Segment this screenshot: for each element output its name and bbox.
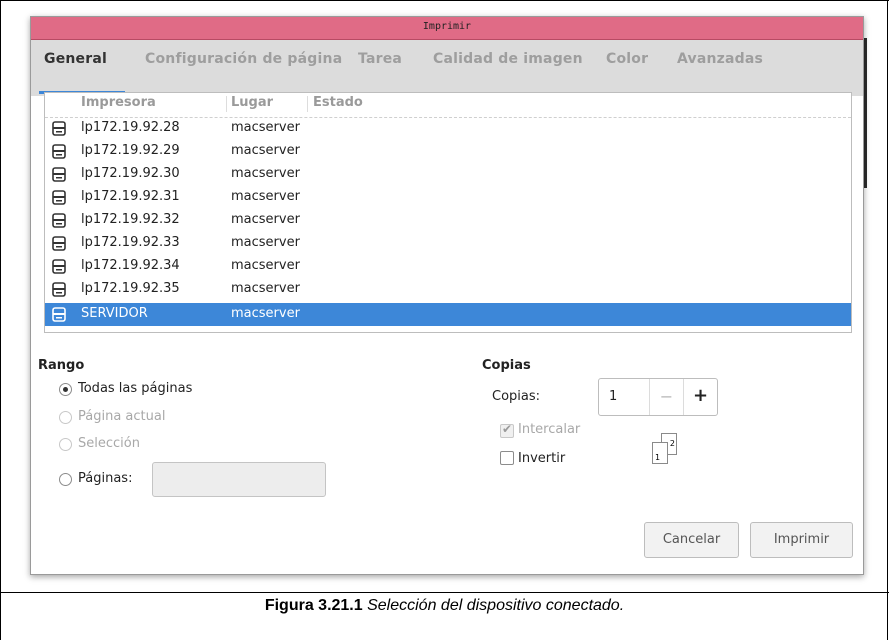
checkmark-icon: ✔ [502,422,513,436]
radio-label: Página actual [78,409,166,424]
printer-row[interactable]: lp172.19.92.31 macserver [45,186,851,209]
printer-icon [52,144,66,159]
printer-row[interactable]: lp172.19.92.28 macserver [45,117,851,140]
radio-label: Todas las páginas [78,381,193,396]
printer-location: macserver [231,281,300,296]
printer-name: lp172.19.92.29 [81,143,180,158]
reverse-label: Invertir [518,451,566,466]
printer-name: lp172.19.92.35 [81,281,180,296]
figure-frame-divider [0,592,889,593]
copies-section-title: Copias [482,358,531,373]
copies-label: Copias: [492,389,541,404]
window-title: Imprimir [422,21,472,32]
range-section-title: Rango [38,358,85,373]
printer-row[interactable]: lp172.19.92.32 macserver [45,209,851,232]
tab-color[interactable]: Color [606,51,648,67]
printer-icon [52,121,66,136]
figure-frame-left [0,0,1,640]
copies-spinner[interactable]: 1 − + [598,378,718,416]
figure-frame-top [0,0,889,1]
title-bar[interactable]: Imprimir [31,17,863,40]
tab-page-setup[interactable]: Configuración de página [145,51,342,67]
tab-image-quality[interactable]: Calidad de imagen [433,51,583,67]
printer-row[interactable]: lp172.19.92.34 macserver [45,255,851,278]
column-header-status[interactable]: Estado [313,95,363,110]
print-button[interactable]: Imprimir [750,522,853,558]
printer-name: lp172.19.92.32 [81,212,180,227]
printer-icon [52,236,66,251]
collate-checkbox[interactable]: ✔ [500,422,514,438]
printer-icon [52,167,66,182]
collate-label: Intercalar [518,422,581,437]
collate-page-front: 1 [652,442,668,464]
printer-location: macserver [231,166,300,181]
decrement-button[interactable]: − [650,387,683,406]
collate-page-number: 1 [655,453,661,462]
radio-button[interactable] [59,411,72,424]
copies-value[interactable]: 1 [609,389,617,404]
column-header-printer[interactable]: Impresora [81,95,156,110]
printer-location: macserver [231,189,300,204]
printer-location: macserver [231,306,300,321]
printer-name: lp172.19.92.33 [81,235,180,250]
printer-name: SERVIDOR [81,306,148,321]
printer-name: lp172.19.92.31 [81,189,180,204]
cancel-button[interactable]: Cancelar [644,522,739,558]
printer-icon [52,259,66,274]
printer-row[interactable]: lp172.19.92.33 macserver [45,232,851,255]
collate-pages-icon: 2 1 [650,424,690,474]
increment-button[interactable]: + [684,385,717,406]
printer-icon [52,213,66,228]
printer-icon [52,190,66,205]
printer-list-header: Impresora Lugar Estado [45,93,851,118]
column-separator [307,96,308,112]
tab-bar: General Configuración de página Tarea Ca… [31,40,863,96]
column-header-location[interactable]: Lugar [231,95,273,110]
tab-job[interactable]: Tarea [358,51,402,67]
printer-location: macserver [231,235,300,250]
collate-page-number: 2 [669,439,675,448]
tab-advanced[interactable]: Avanzadas [677,51,763,67]
radio-label: Páginas: [78,471,133,486]
printer-icon [52,282,66,297]
printer-location: macserver [231,258,300,273]
figure-caption: Figura 3.21.1 Selección del dispositivo … [0,597,889,615]
radio-button[interactable] [59,473,72,486]
reverse-checkbox[interactable] [500,451,514,465]
radio-button[interactable] [59,438,72,451]
caption-text: Selección del dispositivo conectado. [362,597,625,614]
printer-name: lp172.19.92.30 [81,166,180,181]
tab-general[interactable]: General [44,51,107,67]
printer-row-selected[interactable]: SERVIDOR macserver [45,303,851,326]
column-separator [226,96,227,112]
printer-icon [52,307,66,322]
radio-label: Selección [78,436,140,451]
printer-row[interactable]: lp172.19.92.29 macserver [45,140,851,163]
printer-location: macserver [231,212,300,227]
printer-list[interactable]: Impresora Lugar Estado lp172.19.92.28 ma… [44,92,852,333]
printer-row[interactable]: lp172.19.92.35 macserver [45,278,851,301]
radio-button[interactable] [59,383,72,396]
printer-location: macserver [231,120,300,135]
radio-dot [63,387,68,392]
printer-location: macserver [231,143,300,158]
caption-label: Figura 3.21.1 [264,597,363,614]
printer-row[interactable]: lp172.19.92.30 macserver [45,163,851,186]
print-dialog: Imprimir General Configuración de página… [30,16,864,575]
pages-range-input[interactable] [152,462,326,497]
printer-name: lp172.19.92.28 [81,120,180,135]
printer-name: lp172.19.92.34 [81,258,180,273]
figure-frame-right [887,0,888,640]
